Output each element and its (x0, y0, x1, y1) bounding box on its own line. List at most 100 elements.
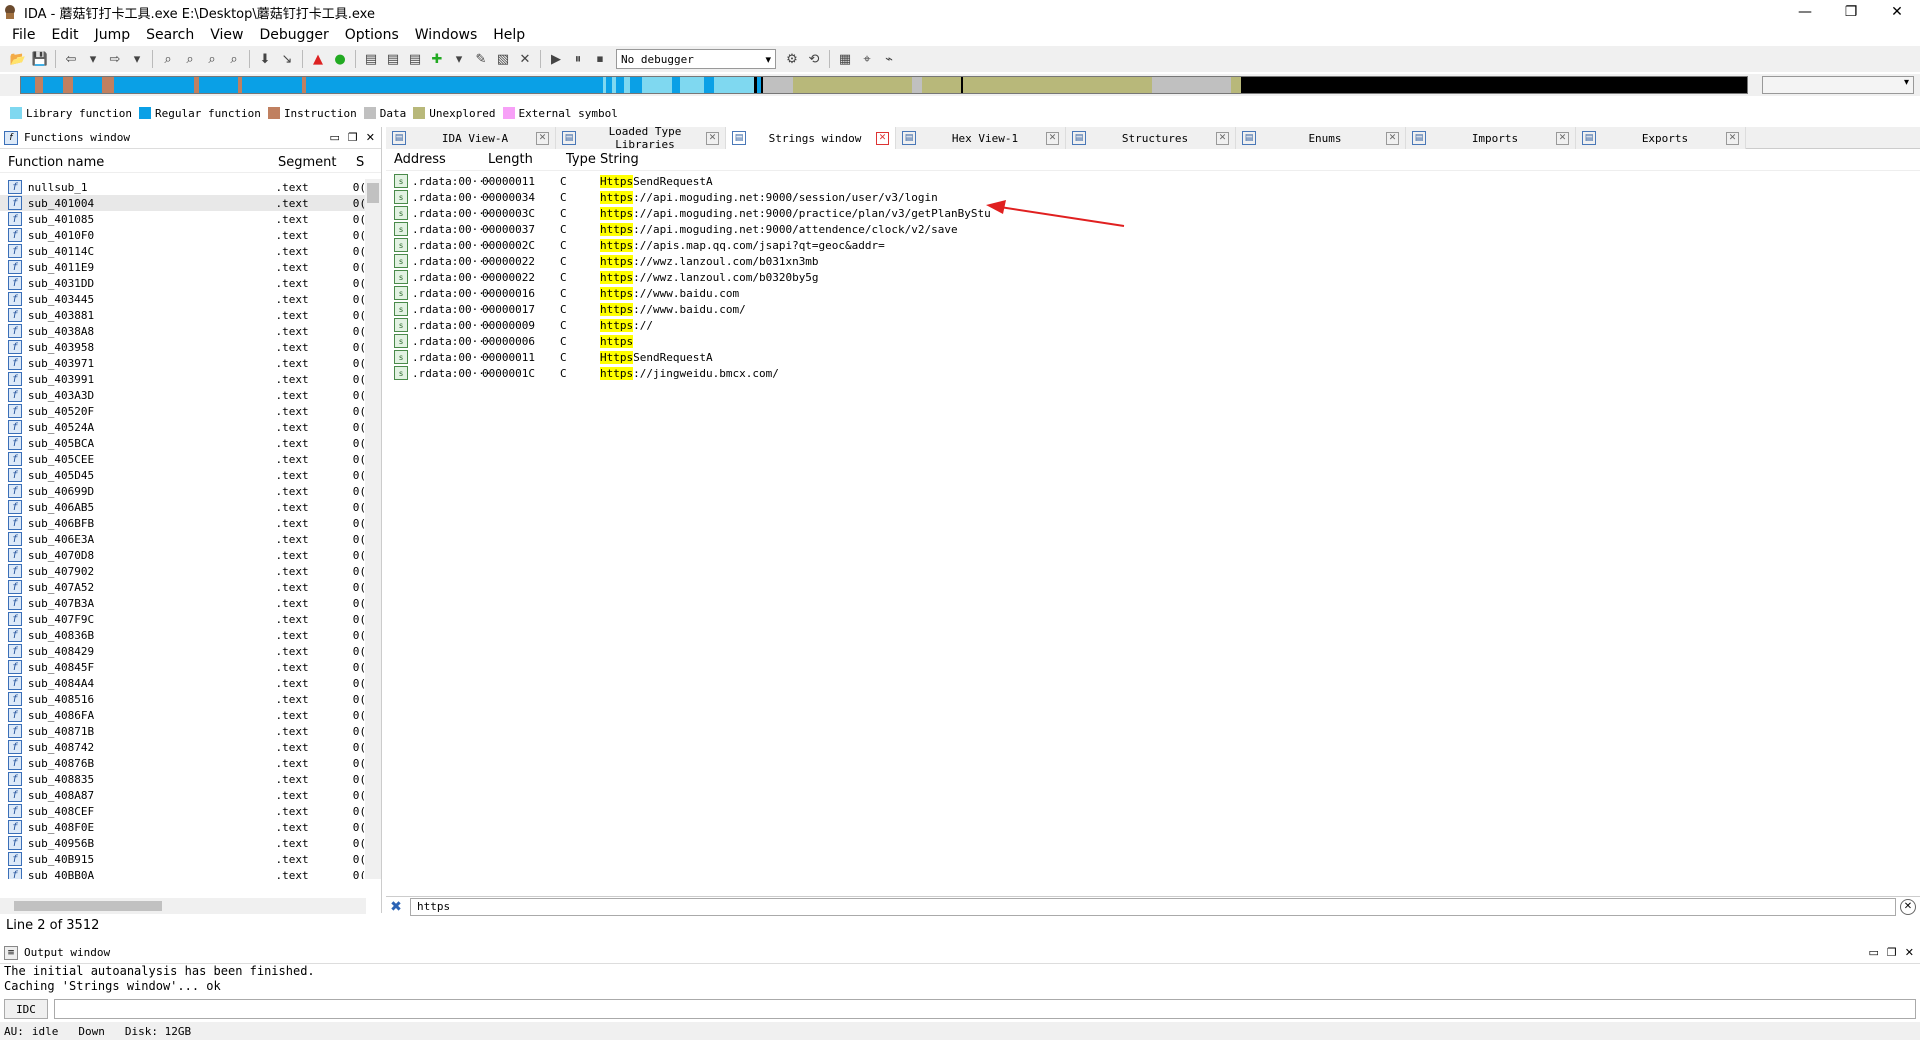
string-row[interactable]: s .rdata:00··· 00000016 Chttps://www.baidu.… (386, 285, 1920, 301)
clear-filter-icon[interactable]: ✕ (1900, 898, 1916, 915)
close-pane-icon[interactable]: ✕ (366, 131, 375, 144)
function-row[interactable]: f sub_408F0E .text 0( (0, 819, 366, 835)
col-type[interactable]: Type (558, 152, 598, 167)
menu-view[interactable]: View (202, 27, 251, 43)
make-code-icon[interactable]: ▤ (361, 49, 381, 69)
function-row[interactable]: f sub_403991 .text 0( (0, 371, 366, 387)
add-icon[interactable]: ✚ (427, 49, 447, 69)
menu-debugger[interactable]: Debugger (251, 27, 336, 43)
function-row[interactable]: f sub_407A52 .text 0( (0, 579, 366, 595)
delete-icon[interactable]: ✕ (515, 49, 535, 69)
navigation-strip[interactable] (20, 76, 1748, 94)
function-row[interactable]: f sub_4084A4 .text 0( (0, 675, 366, 691)
back-dropdown-icon[interactable]: ▾ (83, 49, 103, 69)
close-tab-icon[interactable]: ✕ (536, 131, 549, 145)
function-row[interactable]: f sub_4070D8 .text 0( (0, 547, 366, 563)
run-green-icon[interactable]: ● (330, 49, 350, 69)
function-row[interactable]: f sub_4086FA .text 0( (0, 707, 366, 723)
maximize-window-icon[interactable]: ❐ (1887, 946, 1897, 959)
search-text-icon[interactable]: ⌕ (180, 49, 200, 69)
function-row[interactable]: f sub_407902 .text 0( (0, 563, 366, 579)
function-row[interactable]: f sub_406BFB .text 0( (0, 515, 366, 531)
forward-icon[interactable]: ⇨ (105, 49, 125, 69)
tab-structures[interactable]: ▤ Structures ✕ (1066, 127, 1236, 149)
string-row[interactable]: s .rdata:00··· 00000006 Chttps (386, 333, 1920, 349)
command-input[interactable] (54, 999, 1916, 1019)
col-length[interactable]: Length (480, 152, 558, 167)
idc-button[interactable]: IDC (4, 999, 48, 1019)
col-segment[interactable]: Segment (276, 155, 354, 170)
function-row[interactable]: f sub_403971 .text 0( (0, 355, 366, 371)
function-row[interactable]: f sub_408A87 .text 0( (0, 787, 366, 803)
col-s[interactable]: S (354, 155, 364, 170)
debugger-select[interactable]: No debugger ▾ (616, 49, 776, 69)
menu-windows[interactable]: Windows (407, 27, 486, 43)
menu-jump[interactable]: Jump (87, 27, 139, 43)
back-icon[interactable]: ⇦ (61, 49, 81, 69)
function-row[interactable]: f sub_403A3D .text 0( (0, 387, 366, 403)
navigation-band[interactable]: ▾ (0, 74, 1920, 96)
function-row[interactable]: f sub_4038A8 .text 0( (0, 323, 366, 339)
function-row[interactable]: f sub_408835 .text 0( (0, 771, 366, 787)
close-pane-icon[interactable]: ✕ (1905, 946, 1914, 959)
make-data-icon[interactable]: ▤ (383, 49, 403, 69)
functions-vscrollbar[interactable] (365, 179, 381, 879)
string-row[interactable]: s .rdata:00··· 00000022 Chttps://wwz.lanzou… (386, 269, 1920, 285)
string-row[interactable]: s .rdata:00··· 00000011 C HttpsSendRequestA (386, 173, 1920, 189)
col-address[interactable]: Address (386, 152, 480, 167)
trace-icon[interactable]: ⌁ (879, 49, 899, 69)
function-row[interactable]: f sub_4031DD .text 0( (0, 275, 366, 291)
open-file-icon[interactable]: 📂 (8, 49, 28, 69)
function-row[interactable]: f sub_405BCA .text 0( (0, 435, 366, 451)
close-tab-icon[interactable]: ✕ (1386, 131, 1399, 145)
string-row[interactable]: s .rdata:00··· 00000022 Chttps://wwz.lanzou… (386, 253, 1920, 269)
add-dropdown-icon[interactable]: ▾ (449, 49, 469, 69)
function-row[interactable]: f sub_408CEF .text 0( (0, 803, 366, 819)
menu-options[interactable]: Options (337, 27, 407, 43)
patch-icon[interactable]: ✎ (471, 49, 491, 69)
function-row[interactable]: f sub_40699D .text 0( (0, 483, 366, 499)
breakpoint-icon[interactable]: ⌖ (857, 49, 877, 69)
function-row[interactable]: f sub_408516 .text 0( (0, 691, 366, 707)
tab-strings-window[interactable]: ▤ Strings window ✕ (726, 127, 896, 149)
restore-button[interactable]: ❐ (1828, 0, 1874, 24)
string-row[interactable]: s .rdata:00··· 0000001C Chttps://jingweidu.… (386, 365, 1920, 381)
function-row[interactable]: f sub_40956B .text 0( (0, 835, 366, 851)
debugger-options-icon[interactable]: ⚙ (782, 49, 802, 69)
float-window-icon[interactable]: ▭ (330, 131, 340, 144)
tab-exports[interactable]: ▤ Exports ✕ (1576, 127, 1746, 149)
function-row[interactable]: f sub_405CEE .text 0( (0, 451, 366, 467)
function-row[interactable]: f sub_40845F .text 0( (0, 659, 366, 675)
string-row[interactable]: s .rdata:00··· 00000034 Chttps://api.mogudi… (386, 189, 1920, 205)
menu-file[interactable]: File (4, 27, 43, 43)
close-tab-icon[interactable]: ✕ (1726, 131, 1739, 145)
close-tab-icon[interactable]: ✕ (1216, 131, 1229, 145)
close-tab-icon[interactable]: ✕ (1046, 131, 1059, 145)
graph-triangle-icon[interactable]: ▲ (308, 49, 328, 69)
function-row[interactable]: f sub_407B3A .text 0( (0, 595, 366, 611)
binoculars-icon[interactable]: ⌕ (158, 49, 178, 69)
save-icon[interactable]: 💾 (30, 49, 50, 69)
tab-ida-view-a[interactable]: ▤ IDA View-A ✕ (386, 127, 556, 149)
navigation-dropdown[interactable]: ▾ (1762, 76, 1914, 94)
function-row[interactable]: f sub_403958 .text 0( (0, 339, 366, 355)
function-row[interactable]: f sub_405D45 .text 0( (0, 467, 366, 483)
function-row[interactable]: f sub_40520F .text 0( (0, 403, 366, 419)
filter-close-icon[interactable]: ✖ (386, 899, 406, 915)
string-row[interactable]: s .rdata:00··· 0000002C Chttps://apis.map.q… (386, 237, 1920, 253)
function-row[interactable]: f sub_4010F0 .text 0( (0, 227, 366, 243)
function-row[interactable]: f sub_407F9C .text 0( (0, 611, 366, 627)
minimize-button[interactable]: — (1782, 0, 1828, 24)
close-tab-icon[interactable]: ✕ (876, 131, 889, 145)
string-row[interactable]: s .rdata:00··· 00000009 Chttps:// (386, 317, 1920, 333)
undefine-icon[interactable]: ▧ (493, 49, 513, 69)
tab-enums[interactable]: ▤ Enums ✕ (1236, 127, 1406, 149)
string-row[interactable]: s .rdata:00··· 00000011 C HttpsSendRequestA (386, 349, 1920, 365)
search-next-icon[interactable]: ⌕ (224, 49, 244, 69)
function-row[interactable]: f sub_40876B .text 0( (0, 755, 366, 771)
close-tab-icon[interactable]: ✕ (1556, 131, 1569, 145)
pause-icon[interactable]: ⏸ (568, 49, 588, 69)
float-window-icon[interactable]: ▭ (1869, 946, 1879, 959)
string-row[interactable]: s .rdata:00··· 00000037 Chttps://api.mogudi… (386, 221, 1920, 237)
function-row[interactable]: f sub_408429 .text 0( (0, 643, 366, 659)
